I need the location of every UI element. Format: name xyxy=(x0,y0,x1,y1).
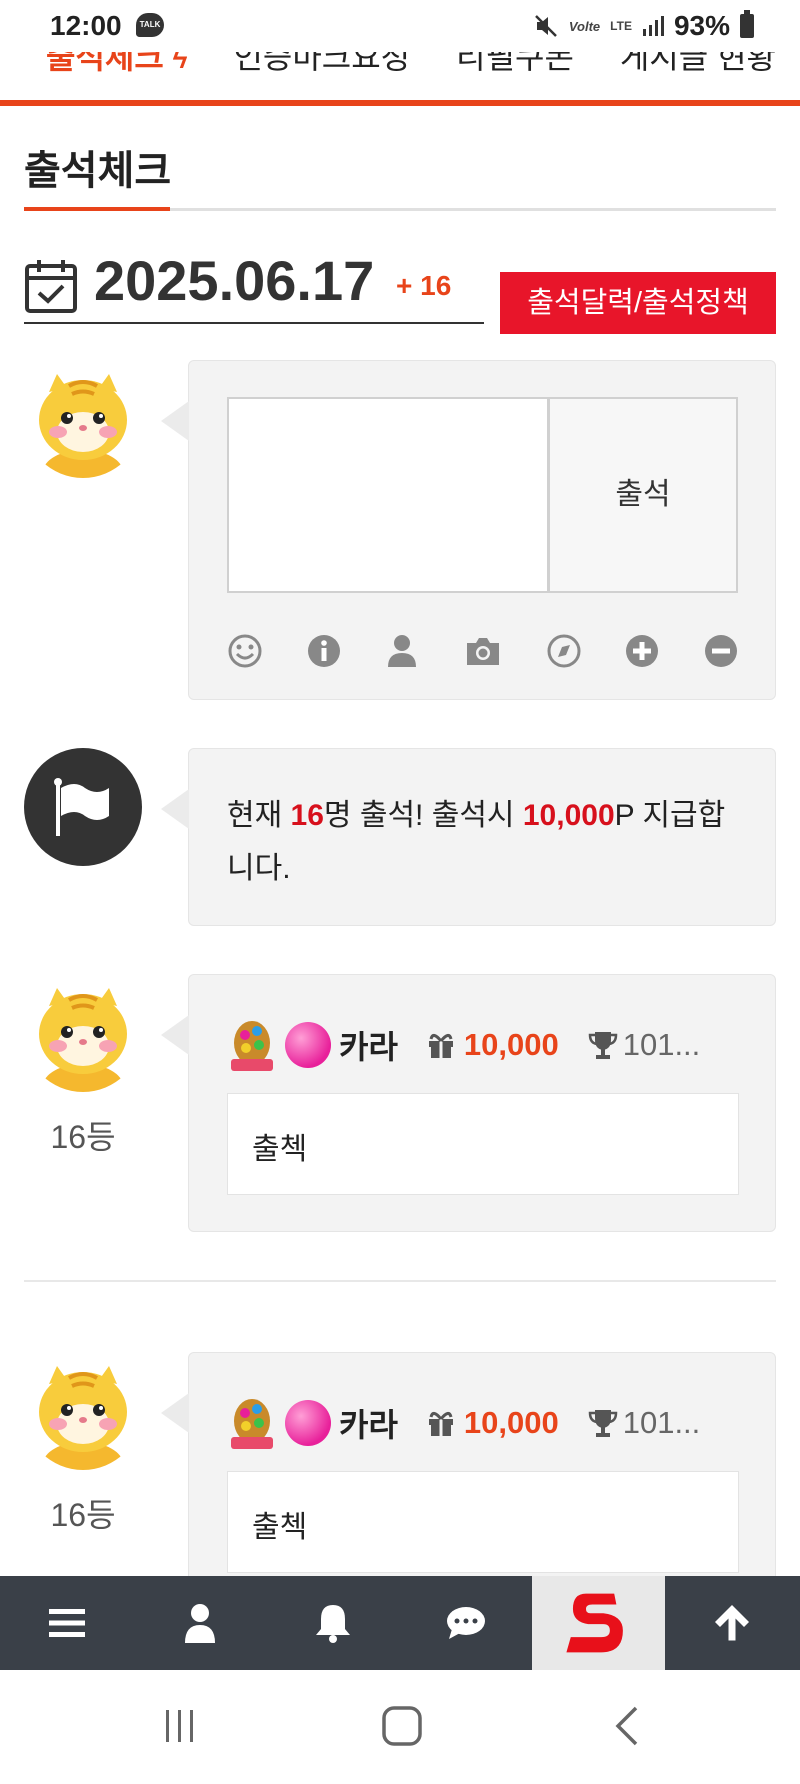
tiger-avatar-icon xyxy=(24,1352,142,1470)
user-icon[interactable] xyxy=(384,633,420,669)
gift-icon xyxy=(428,1412,453,1436)
avatar[interactable] xyxy=(24,1352,142,1470)
tiger-avatar-icon xyxy=(24,974,142,1092)
camera-icon[interactable] xyxy=(463,633,503,669)
entry-divider xyxy=(24,1280,776,1282)
site-logo xyxy=(565,1593,623,1653)
notifications-button[interactable] xyxy=(266,1576,399,1670)
attendance-write-form: 출석 xyxy=(161,360,776,700)
points-value: 10,000 xyxy=(463,1405,559,1440)
plus-circle-icon[interactable] xyxy=(624,633,660,669)
bell-icon xyxy=(315,1605,350,1643)
chat-button[interactable] xyxy=(399,1576,532,1670)
status-time: 12:00 xyxy=(50,10,122,41)
trophy-value: 101... xyxy=(622,1405,701,1440)
recent-apps-icon[interactable] xyxy=(160,1706,200,1746)
compass-icon[interactable] xyxy=(546,633,582,669)
notice-points: 10,000 xyxy=(522,799,615,832)
grade-ball-icon xyxy=(285,1022,331,1068)
back-icon[interactable] xyxy=(612,1704,642,1748)
battery-percent: 93% xyxy=(673,10,730,41)
trophy-icon xyxy=(588,1410,617,1437)
entry-comment: 출첵 xyxy=(227,1471,739,1573)
user-icon xyxy=(184,1604,215,1643)
smile-icon[interactable] xyxy=(227,633,263,669)
trophy-value: 101... xyxy=(622,1027,701,1062)
android-navigation-bar xyxy=(0,1670,800,1784)
status-bar: 12:00 TALK Volte LTE 93% xyxy=(0,0,800,52)
level-badge-icon xyxy=(231,1399,273,1449)
notice-text: 현재 16명 출석! 출석시 10,000P 지급합니다. xyxy=(227,789,747,895)
attendance-count: + 16 xyxy=(396,270,452,301)
entry-meta: 카라 10,000 101... xyxy=(227,1393,747,1453)
trophy-icon xyxy=(588,1032,617,1059)
entry-meta: 카라 10,000 101... xyxy=(227,1015,747,1075)
flag-icon xyxy=(54,778,109,836)
current-date: 2025.06.17 xyxy=(94,249,375,312)
attendance-comment-input[interactable] xyxy=(227,397,549,593)
entry-comment: 출첵 xyxy=(227,1093,739,1195)
rank-label: 16등 xyxy=(50,1497,116,1533)
chat-icon xyxy=(446,1607,485,1639)
rank-label: 16등 xyxy=(50,1119,116,1155)
notice-avatar xyxy=(24,748,142,866)
tiger-avatar-icon xyxy=(24,360,142,478)
date-bar: 2025.06.17 + 16 xyxy=(24,248,484,324)
menu-icon xyxy=(48,1609,85,1637)
notice-prefix: 현재 xyxy=(227,799,291,832)
attendance-entry: 카라 10,000 101... 출첵 xyxy=(161,1352,776,1610)
battery-icon xyxy=(740,10,754,38)
site-logo-button[interactable] xyxy=(532,1576,665,1670)
lte-indicator: LTE xyxy=(610,18,632,33)
info-icon[interactable] xyxy=(306,633,342,669)
gift-icon xyxy=(428,1034,453,1058)
avatar[interactable] xyxy=(24,974,142,1092)
arrow-up-icon xyxy=(714,1605,749,1641)
avatar xyxy=(24,360,142,478)
scroll-top-button[interactable] xyxy=(665,1576,798,1670)
title-accent-line xyxy=(24,207,170,211)
home-icon[interactable] xyxy=(380,1704,424,1748)
attendance-calendar-button[interactable]: 출석달력/출석정책 xyxy=(500,272,776,334)
attendance-notice: 현재 16명 출석! 출석시 10,000P 지급합니다. xyxy=(161,748,776,926)
profile-button[interactable] xyxy=(133,1576,266,1670)
notice-count: 16 xyxy=(290,799,324,832)
points-value: 10,000 xyxy=(463,1027,559,1062)
menu-button[interactable] xyxy=(0,1576,133,1670)
editor-toolbar xyxy=(227,633,739,669)
notice-mid: 명 출석! 출석시 xyxy=(323,799,523,832)
attendance-entry: 카라 10,000 101... 출첵 xyxy=(161,974,776,1232)
bottom-toolbar xyxy=(0,1576,800,1670)
attend-submit-button[interactable]: 출석 xyxy=(548,397,738,593)
level-badge-icon xyxy=(231,1021,273,1071)
grade-ball-icon xyxy=(285,1400,331,1446)
nickname[interactable]: 카라 xyxy=(339,1400,398,1446)
mute-icon xyxy=(534,15,557,37)
volte-indicator: Volte xyxy=(568,18,601,34)
kakaotalk-notification-icon: TALK xyxy=(136,13,164,37)
nickname[interactable]: 카라 xyxy=(339,1022,398,1068)
minus-circle-icon[interactable] xyxy=(703,633,739,669)
signal-icon xyxy=(642,16,664,36)
calendar-check-icon xyxy=(25,260,77,313)
page-title: 출석체크 xyxy=(24,149,172,193)
